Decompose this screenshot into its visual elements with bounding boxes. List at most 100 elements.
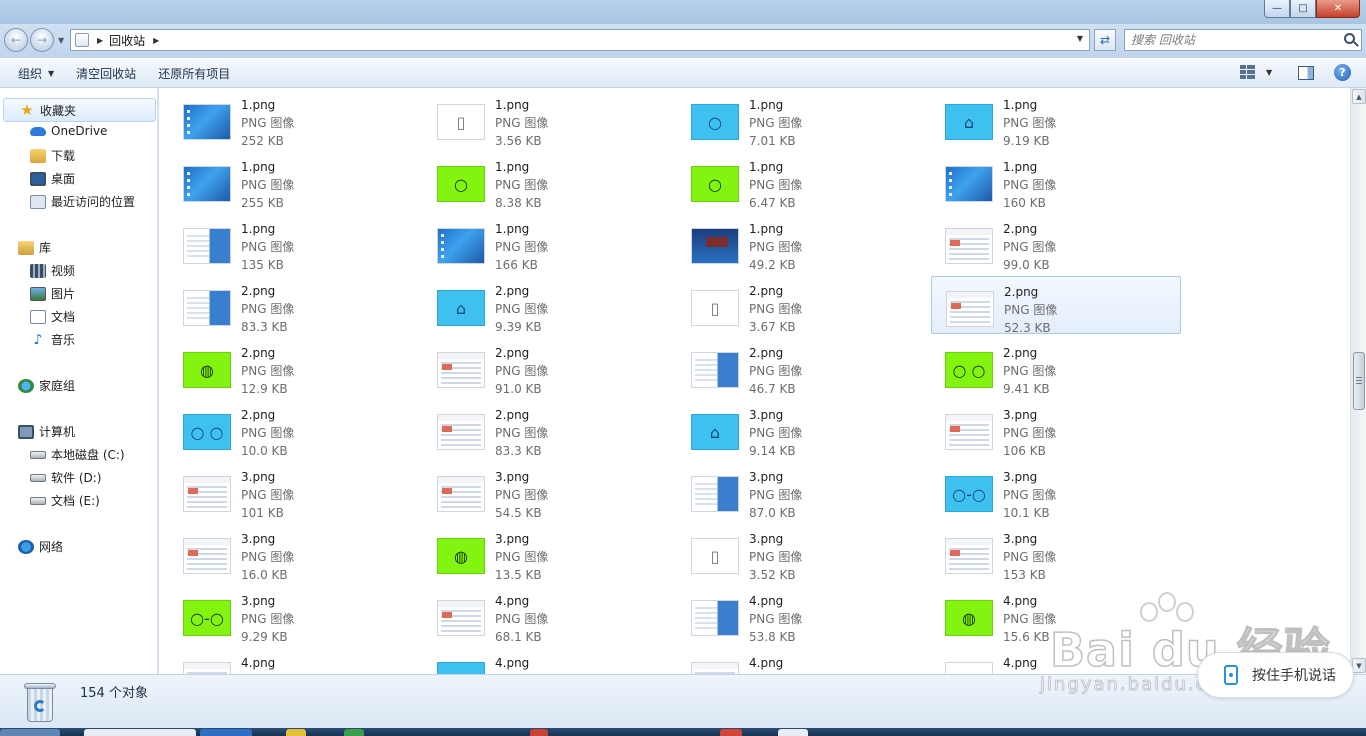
file-tile[interactable]: ○ 1.png PNG 图像 7.01 KB — [677, 90, 927, 148]
nav-item-onedrive[interactable]: OneDrive — [30, 124, 107, 138]
address-history-dropdown[interactable]: ▼ — [1077, 34, 1083, 43]
file-name: 1.png — [241, 98, 276, 112]
file-tile[interactable]: ⌂ 4.png — [423, 648, 673, 674]
taskbar-app-button[interactable] — [530, 729, 548, 736]
file-tile[interactable]: ◍ 4.png PNG 图像 15.6 KB — [931, 586, 1181, 644]
forward-button[interactable]: → — [30, 28, 54, 52]
file-tile[interactable]: ◍ 2.png PNG 图像 12.9 KB — [169, 338, 419, 396]
file-tile[interactable]: 3.png PNG 图像 16.0 KB — [169, 524, 419, 582]
nav-item-desktop[interactable]: 桌面 — [30, 170, 75, 187]
file-type: PNG 图像 — [495, 178, 549, 192]
refresh-button[interactable]: ⇄ — [1094, 29, 1116, 51]
nav-item-music[interactable]: ♪ 音乐 — [30, 331, 75, 348]
file-tile[interactable]: 4.png — [677, 648, 927, 674]
file-size: 68.1 KB — [495, 630, 542, 644]
help-icon[interactable]: ? — [1334, 64, 1351, 81]
taskbar-app-button[interactable] — [720, 729, 742, 736]
taskbar-app-button[interactable] — [286, 729, 306, 736]
scroll-down-button[interactable]: ▼ — [1352, 658, 1366, 673]
nav-item-pictures[interactable]: 图片 — [30, 285, 75, 302]
file-tile[interactable]: 1.png PNG 图像 166 KB — [423, 214, 673, 272]
change-view-button[interactable]: ▼ — [1240, 65, 1272, 79]
search-box[interactable] — [1124, 29, 1362, 51]
file-tile[interactable]: ▯ 3.png PNG 图像 3.52 KB — [677, 524, 927, 582]
search-input[interactable] — [1131, 33, 1341, 47]
file-tile[interactable]: ▯ 1.png PNG 图像 3.56 KB — [423, 90, 673, 148]
nav-item-recent-places[interactable]: 最近访问的位置 — [30, 193, 135, 210]
file-tile[interactable]: ⌂ 3.png PNG 图像 9.14 KB — [677, 400, 927, 458]
organize-menu[interactable]: 组织 ▼ — [7, 58, 65, 88]
empty-recycle-bin-button[interactable]: 清空回收站 — [65, 58, 147, 88]
nav-network[interactable]: 网络 — [18, 538, 63, 555]
nav-item-drive-c[interactable]: 本地磁盘 (C:) — [30, 446, 125, 463]
file-tile[interactable]: 2.png PNG 图像 52.3 KB — [931, 276, 1181, 335]
file-tile[interactable]: ○-○ 3.png PNG 图像 9.29 KB — [169, 586, 419, 644]
file-tile[interactable]: 4.png — [169, 648, 419, 674]
nav-computer[interactable]: 计算机 — [18, 423, 75, 440]
file-tile[interactable]: 2.png PNG 图像 46.7 KB — [677, 338, 927, 396]
file-tile[interactable]: 3.png PNG 图像 54.5 KB — [423, 462, 673, 520]
file-tile[interactable]: ⌂ 1.png PNG 图像 9.19 KB — [931, 90, 1181, 148]
file-meta: 2.png PNG 图像 12.9 KB — [241, 344, 294, 398]
address-bar[interactable]: ▶ 回收站 ▶ ▼ — [70, 29, 1090, 51]
voice-input-button[interactable]: 按住手机说话 — [1197, 652, 1354, 698]
file-tile[interactable]: 1.png PNG 图像 49.2 KB — [677, 214, 927, 272]
file-tile[interactable]: ○ ○ 2.png PNG 图像 10.0 KB — [169, 400, 419, 458]
file-tile[interactable]: ▯ 2.png PNG 图像 3.67 KB — [677, 276, 927, 334]
nav-favorites[interactable]: ★ 收藏夹 — [3, 98, 156, 122]
close-button[interactable]: ✕ — [1316, 0, 1360, 18]
file-tile[interactable]: 1.png PNG 图像 135 KB — [169, 214, 419, 272]
nav-item-downloads[interactable]: 下载 — [30, 147, 75, 164]
nav-libraries[interactable]: 库 — [18, 239, 51, 256]
back-button[interactable]: ← — [4, 28, 28, 52]
file-tile[interactable]: 4.png PNG 图像 68.1 KB — [423, 586, 673, 644]
vertical-scrollbar[interactable]: ▲ ▼ — [1350, 88, 1366, 674]
scrollbar-thumb[interactable] — [1353, 352, 1365, 410]
nav-item-drive-e[interactable]: 文档 (E:) — [30, 492, 100, 509]
file-tile[interactable]: 3.png PNG 图像 153 KB — [931, 524, 1181, 582]
file-tile[interactable]: 1.png PNG 图像 160 KB — [931, 152, 1181, 210]
file-tile[interactable]: ○ 1.png PNG 图像 6.47 KB — [677, 152, 927, 210]
thumbnail-shape-icon: ▯ — [710, 298, 720, 318]
taskbar-window-button[interactable] — [84, 729, 196, 736]
file-tile[interactable]: ◍ 3.png PNG 图像 13.5 KB — [423, 524, 673, 582]
file-tile[interactable]: 4.png PNG 图像 53.8 KB — [677, 586, 927, 644]
scroll-up-button[interactable]: ▲ — [1352, 89, 1366, 104]
file-tile[interactable]: 1.png PNG 图像 252 KB — [169, 90, 419, 148]
taskbar-app-button[interactable] — [344, 729, 364, 736]
search-icon[interactable] — [1344, 33, 1355, 44]
restore-all-button[interactable]: 还原所有项目 — [147, 58, 241, 88]
file-tile[interactable]: 2.png PNG 图像 83.3 KB — [169, 276, 419, 334]
breadcrumb-recycle-bin[interactable]: 回收站 — [109, 32, 145, 49]
taskbar-app-button[interactable] — [778, 729, 808, 736]
breadcrumb-separator-icon[interactable]: ▶ — [153, 36, 159, 45]
taskbar-app-button[interactable] — [200, 729, 252, 736]
breadcrumb-separator-icon[interactable]: ▶ — [97, 36, 103, 45]
minimize-button[interactable]: — — [1264, 0, 1290, 18]
recent-pages-dropdown[interactable]: ▼ — [58, 36, 64, 45]
maximize-button[interactable]: □ — [1290, 0, 1316, 18]
file-size: 91.0 KB — [495, 382, 542, 396]
file-meta: 4.png — [241, 654, 275, 672]
file-tile[interactable]: 2.png PNG 图像 91.0 KB — [423, 338, 673, 396]
taskbar — [0, 728, 1366, 736]
start-button[interactable] — [0, 729, 60, 736]
file-tile[interactable]: ○ ○ 2.png PNG 图像 9.41 KB — [931, 338, 1181, 396]
file-tile[interactable]: 3.png PNG 图像 101 KB — [169, 462, 419, 520]
file-tile[interactable]: 1.png PNG 图像 255 KB — [169, 152, 419, 210]
file-tile[interactable]: 2.png PNG 图像 83.3 KB — [423, 400, 673, 458]
nav-homegroup[interactable]: 家庭组 — [18, 377, 75, 394]
file-tile[interactable]: 3.png PNG 图像 87.0 KB — [677, 462, 927, 520]
nav-item-videos[interactable]: 视频 — [30, 262, 75, 279]
file-meta: 1.png PNG 图像 166 KB — [495, 220, 548, 274]
file-tile[interactable]: 2.png PNG 图像 99.0 KB — [931, 214, 1181, 272]
file-tile[interactable]: 3.png PNG 图像 106 KB — [931, 400, 1181, 458]
file-tile[interactable]: ○ 1.png PNG 图像 8.38 KB — [423, 152, 673, 210]
file-tile[interactable]: ▯ 4.png — [931, 648, 1181, 674]
file-tile[interactable]: ○-○ 3.png PNG 图像 10.1 KB — [931, 462, 1181, 520]
nav-item-drive-d[interactable]: 软件 (D:) — [30, 469, 101, 486]
preview-pane-icon[interactable] — [1298, 66, 1314, 80]
file-name: 2.png — [495, 346, 530, 360]
file-tile[interactable]: ⌂ 2.png PNG 图像 9.39 KB — [423, 276, 673, 334]
nav-item-documents[interactable]: 文档 — [30, 308, 75, 325]
